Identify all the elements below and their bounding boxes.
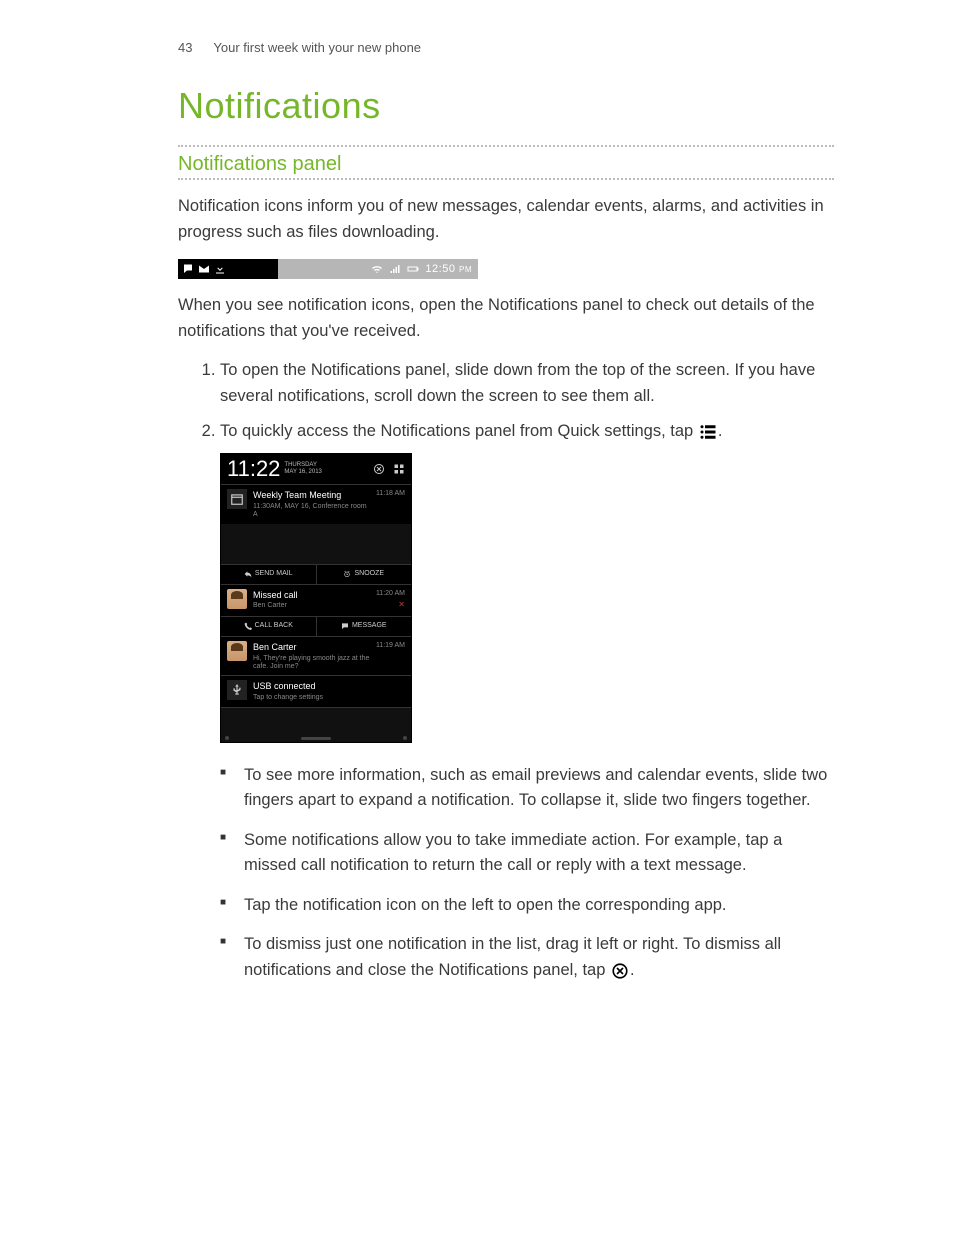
message-icon <box>341 622 349 630</box>
chat-icon <box>182 263 194 275</box>
tip-3: Tap the notification icon on the left to… <box>220 893 834 919</box>
divider <box>178 178 834 180</box>
page-title: Notifications <box>178 85 834 127</box>
clock-day: THURSDAY <box>284 462 317 468</box>
intro-paragraph: Notification icons inform you of new mes… <box>178 194 834 245</box>
phone-icon <box>244 622 252 630</box>
list-menu-icon <box>699 423 717 441</box>
tips-list: To see more information, such as email p… <box>220 763 834 984</box>
notification-message: Ben Carter Hi, They're playing smooth ja… <box>221 636 411 676</box>
step-1: To open the Notifications panel, slide d… <box>220 358 834 409</box>
tip-2: Some notifications allow you to take imm… <box>220 828 834 879</box>
page-number: 43 <box>178 40 210 55</box>
section-subtitle: Notifications panel <box>178 153 834 176</box>
notification-actions: CALL BACK MESSAGE <box>221 616 411 636</box>
wifi-icon <box>371 263 383 275</box>
signal-icon <box>389 263 401 275</box>
avatar <box>227 641 247 661</box>
clock-date: MAY 16, 2013 <box>284 469 321 475</box>
body-paragraph: When you see notification icons, open th… <box>178 293 834 344</box>
statusbar-time: 12:50 PM <box>425 263 472 275</box>
quick-settings-icon <box>393 463 405 475</box>
reply-icon <box>244 570 252 578</box>
divider <box>178 145 834 147</box>
usb-icon <box>227 680 247 700</box>
dismiss-all-icon <box>373 463 385 475</box>
running-header: 43 Your first week with your new phone <box>178 40 834 55</box>
statusbar-illustration: 12:50 PM <box>178 259 478 279</box>
notification-missed-call: Missed call Ben Carter 11:20 AM✕ <box>221 584 411 616</box>
download-icon <box>214 263 226 275</box>
section-name: Your first week with your new phone <box>213 40 421 55</box>
battery-icon <box>407 263 419 275</box>
tip-1: To see more information, such as email p… <box>220 763 834 814</box>
calendar-icon <box>227 489 247 509</box>
dismiss-circle-icon <box>611 962 629 980</box>
avatar <box>227 589 247 609</box>
notification-actions: SEND MAIL SNOOZE <box>221 564 411 584</box>
notification-calendar: Weekly Team Meeting 11:30AM, MAY 16, Con… <box>221 484 411 524</box>
alarm-icon <box>343 570 351 578</box>
steps-list: To open the Notifications panel, slide d… <box>178 358 834 983</box>
clock-time: 11:22 <box>227 458 280 480</box>
missed-call-x-icon: ✕ <box>376 599 405 611</box>
tip-4: To dismiss just one notification in the … <box>220 932 834 983</box>
notification-usb: USB connected Tap to change settings <box>221 675 411 706</box>
phone-screenshot: 11:22 THURSDAY MAY 16, 2013 W <box>220 453 412 743</box>
step-2: To quickly access the Notifications pane… <box>220 419 834 983</box>
mail-icon <box>198 263 210 275</box>
